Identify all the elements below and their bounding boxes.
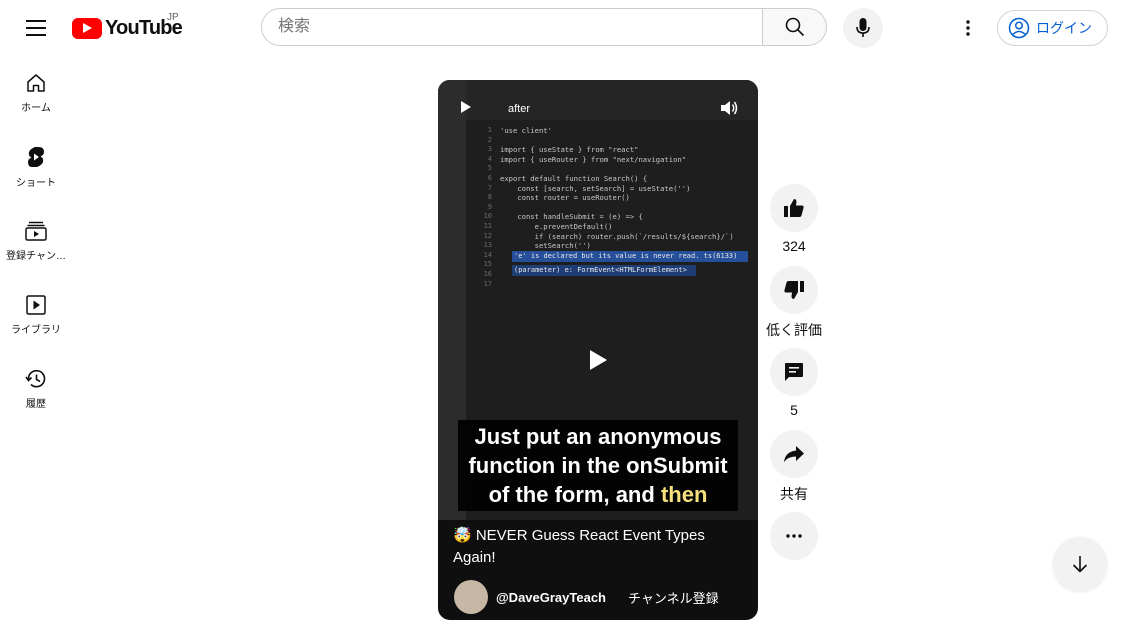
search-button[interactable]	[763, 8, 827, 46]
more-options-button[interactable]	[770, 512, 818, 560]
code-view: 'use client' import { useState } from "r…	[500, 126, 734, 251]
next-video-button[interactable]	[1053, 537, 1107, 591]
code-hint-line: 'e' is declared but its value is never r…	[514, 252, 738, 260]
subscriptions-icon	[25, 221, 47, 241]
microphone-icon	[856, 18, 870, 37]
volume-button[interactable]	[720, 100, 738, 121]
like-button[interactable]	[770, 184, 818, 232]
share-button[interactable]	[770, 430, 818, 478]
arrow-down-icon	[1072, 556, 1088, 573]
volume-icon	[721, 101, 738, 115]
sidebar-item-library[interactable]: ライブラリ	[0, 278, 72, 352]
comments-button[interactable]	[770, 348, 818, 396]
sidebar-item-label: ショート	[16, 177, 56, 189]
line-numbers: 1 2 3 4 5 6 7 8 9 10 11 12 13 14 15 16 1…	[483, 126, 492, 288]
editor-tab-bar	[438, 80, 758, 120]
sidebar-item-label: 履歴	[26, 398, 46, 410]
dislike-label: 低く評価	[766, 322, 822, 338]
youtube-logo[interactable]: YouTube JP	[72, 12, 183, 41]
video-overlay-label: after	[508, 103, 531, 115]
account-icon	[1008, 17, 1030, 39]
sidebar: ホーム ショート 登録チャン… ライブラリ 履歴	[0, 56, 72, 426]
caption-highlight: then	[660, 482, 708, 507]
action-bar: 324 低く評価 5 共有	[766, 184, 822, 560]
sidebar-item-label: ホーム	[21, 102, 51, 114]
more-vertical-icon	[966, 20, 970, 36]
sidebar-item-label: 登録チャン…	[6, 250, 66, 262]
center-play-button[interactable]	[586, 348, 610, 372]
subscribe-button[interactable]: チャンネル登録	[628, 588, 719, 607]
top-bar: YouTube JP ログイン	[0, 0, 1124, 56]
code-hint-line: (parameter) e: FormEvent<HTMLFormElement…	[514, 266, 687, 274]
share-label: 共有	[780, 486, 808, 502]
comment-action: 5	[770, 348, 818, 420]
login-label: ログイン	[1036, 20, 1092, 36]
shorts-icon	[28, 146, 44, 167]
menu-button[interactable]	[20, 12, 52, 44]
caption-text: of the form, and	[488, 482, 655, 507]
caption-line: function in the onSubmit	[468, 453, 728, 478]
caption-line: of the form, and then	[458, 480, 738, 509]
like-count: 324	[782, 238, 806, 254]
voice-search-button[interactable]	[843, 8, 883, 48]
play-pause-button[interactable]	[460, 100, 472, 119]
sidebar-item-subscriptions[interactable]: 登録チャン…	[0, 204, 72, 278]
thumbs-up-icon	[784, 199, 804, 217]
more-horizontal-icon	[786, 534, 802, 538]
home-icon	[27, 73, 45, 92]
caption-line: Just put an anonymous	[474, 424, 722, 449]
video-caption: Just put an anonymous function in the on…	[458, 420, 738, 511]
channel-avatar[interactable]	[454, 580, 488, 614]
region-label: JP	[167, 12, 179, 23]
play-icon	[461, 101, 471, 113]
settings-menu-button[interactable]	[952, 12, 984, 44]
like-action: 324	[770, 184, 818, 256]
search-icon	[785, 17, 804, 37]
sidebar-item-history[interactable]: 履歴	[0, 352, 72, 426]
dislike-button[interactable]	[770, 266, 818, 314]
channel-info[interactable]: @DaveGrayTeach	[454, 580, 606, 614]
comment-count: 5	[790, 402, 798, 418]
search-input[interactable]	[261, 8, 763, 46]
dislike-action: 低く評価	[766, 266, 822, 338]
channel-name[interactable]: @DaveGrayTeach	[496, 590, 606, 605]
youtube-play-icon	[72, 17, 102, 39]
sidebar-item-home[interactable]: ホーム	[0, 56, 72, 130]
library-icon	[26, 294, 46, 315]
share-action: 共有	[770, 430, 818, 502]
history-icon	[25, 369, 46, 387]
share-icon	[784, 446, 804, 462]
play-icon	[590, 350, 607, 370]
sidebar-item-shorts[interactable]: ショート	[0, 130, 72, 204]
hamburger-icon	[26, 20, 46, 36]
shorts-player[interactable]: 1 2 3 4 5 6 7 8 9 10 11 12 13 14 15 16 1…	[438, 80, 758, 620]
more-action	[770, 512, 818, 560]
thumbs-down-icon	[784, 281, 804, 299]
login-button[interactable]: ログイン	[997, 10, 1108, 46]
comment-icon	[785, 363, 803, 381]
video-title[interactable]: 🤯 NEVER Guess React Event Types Again!	[453, 525, 743, 569]
sidebar-item-label: ライブラリ	[11, 324, 61, 336]
